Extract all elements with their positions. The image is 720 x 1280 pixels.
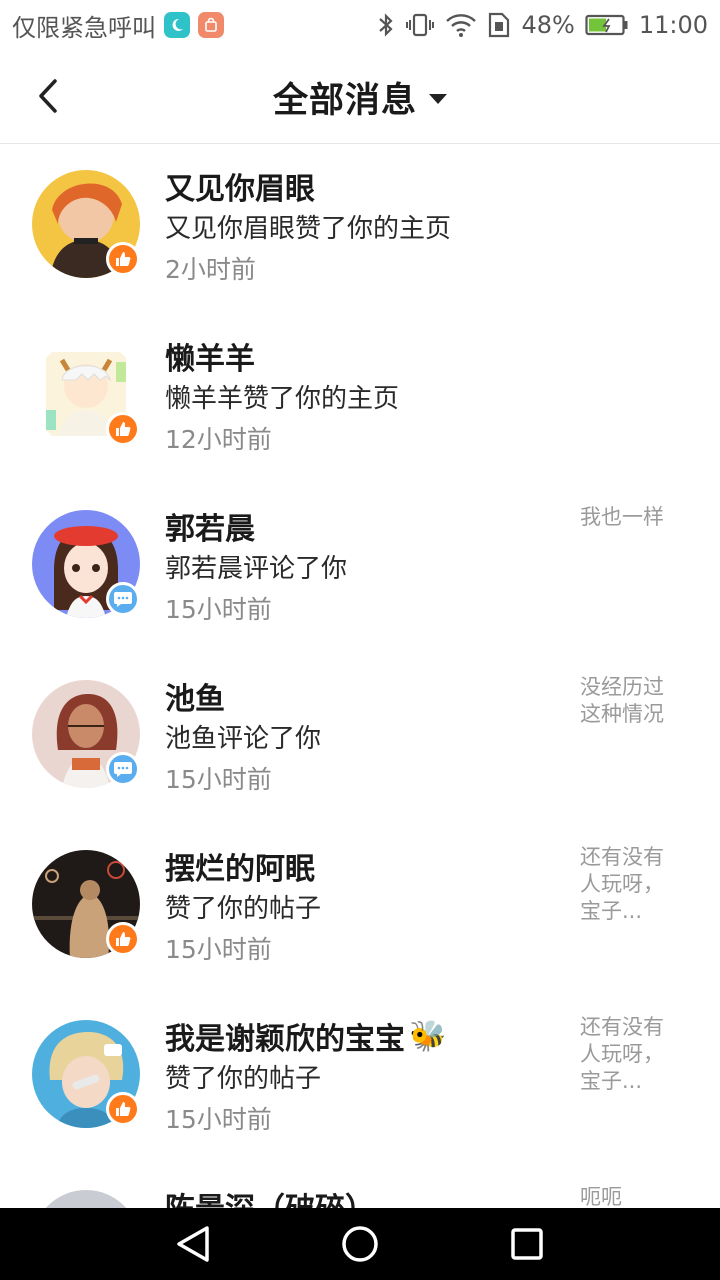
message-preview: 没经历过 这种情况 (580, 675, 664, 726)
status-bar: 仅限紧急呼叫 48% 11:00 (0, 0, 720, 50)
sender-name: 摆烂的阿眠 (165, 852, 315, 887)
circle-home-icon (342, 1226, 378, 1262)
wifi-icon (446, 14, 477, 37)
chat-bubble-icon (114, 762, 132, 777)
battery-percent: 48% (521, 11, 575, 39)
square-recents-icon (510, 1228, 543, 1260)
moon-app-icon (164, 12, 190, 38)
message-preview: 呃呃 (580, 1185, 622, 1208)
message-item[interactable]: 懒羊羊 懒羊羊赞了你的主页 12小时前 (0, 314, 720, 484)
sender-name: 池鱼 (165, 682, 225, 717)
message-description: 赞了你的帖子 (165, 894, 322, 924)
bee-emoji-icon: 🐝 (409, 1018, 447, 1054)
message-item[interactable]: 郭若晨 郭若晨评论了你 15小时前 我也一样 (0, 484, 720, 654)
message-time: 15小时前 (165, 1105, 272, 1134)
message-item[interactable]: 陈景深（破碎） 呃呃 (0, 1164, 720, 1208)
message-preview: 我也一样 (580, 505, 664, 529)
message-time: 15小时前 (165, 765, 272, 794)
message-description: 池鱼评论了你 (165, 724, 322, 754)
message-time: 12小时前 (165, 425, 272, 454)
message-preview: 还有没有 人玩呀， 宝子... (580, 845, 664, 923)
like-badge (106, 922, 140, 956)
like-badge (106, 1092, 140, 1126)
comment-badge (106, 582, 140, 616)
thumbs-up-icon (116, 252, 131, 266)
thumbs-up-icon (116, 932, 131, 946)
comment-badge (106, 752, 140, 786)
triangle-back-icon (177, 1226, 210, 1262)
sender-name: 郭若晨 (165, 512, 255, 547)
caret-down-icon (429, 94, 447, 104)
battery-icon (585, 14, 628, 36)
message-description: 又见你眉眼赞了你的主页 (165, 214, 452, 244)
message-item[interactable]: 我是谢颖欣的宝宝 🐝 赞了你的帖子 15小时前 还有没有 人玩呀， 宝子... (0, 994, 720, 1164)
nav-back-button[interactable] (163, 1214, 223, 1274)
top-app-bar: 全部消息 (0, 50, 720, 144)
bluetooth-icon (379, 13, 394, 37)
message-item[interactable]: 又见你眉眼 又见你眉眼赞了你的主页 2小时前 (0, 144, 720, 314)
sender-name: 陈景深（破碎） (165, 1184, 375, 1208)
sender-name: 我是谢颖欣的宝宝 🐝 (165, 1018, 447, 1058)
clock-time: 11:00 (638, 11, 708, 39)
message-time: 2小时前 (165, 255, 256, 284)
thumbs-up-icon (116, 422, 131, 436)
avatar[interactable] (32, 1190, 140, 1208)
chat-bubble-icon (114, 592, 132, 607)
vibrate-icon (406, 13, 435, 37)
message-preview: 还有没有 人玩呀， 宝子... (580, 1015, 664, 1093)
sender-name: 懒羊羊 (165, 342, 255, 377)
like-badge (106, 242, 140, 276)
nav-home-button[interactable] (330, 1214, 390, 1274)
sender-name: 又见你眉眼 (165, 172, 315, 207)
thumbs-up-icon (116, 1102, 131, 1116)
message-description: 郭若晨评论了你 (165, 554, 348, 584)
nav-recents-button[interactable] (497, 1214, 557, 1274)
message-description: 赞了你的帖子 (165, 1064, 322, 1094)
carrier-text: 仅限紧急呼叫 (12, 13, 156, 42)
message-list: 又见你眉眼 又见你眉眼赞了你的主页 2小时前 懒羊羊 懒羊羊赞了你的主页 12小… (0, 144, 720, 1208)
shopping-bag-icon (198, 12, 224, 38)
message-description: 懒羊羊赞了你的主页 (165, 384, 400, 414)
message-filter-dropdown[interactable]: 全部消息 (0, 50, 720, 144)
like-badge (106, 412, 140, 446)
message-item[interactable]: 摆烂的阿眠 赞了你的帖子 15小时前 还有没有 人玩呀， 宝子... (0, 824, 720, 994)
system-navigation-bar (0, 1208, 720, 1280)
message-time: 15小时前 (165, 595, 272, 624)
page-title: 全部消息 (272, 80, 417, 121)
message-time: 15小时前 (165, 935, 272, 964)
message-item[interactable]: 池鱼 池鱼评论了你 15小时前 没经历过 这种情况 (0, 654, 720, 824)
sim-icon (489, 12, 510, 38)
